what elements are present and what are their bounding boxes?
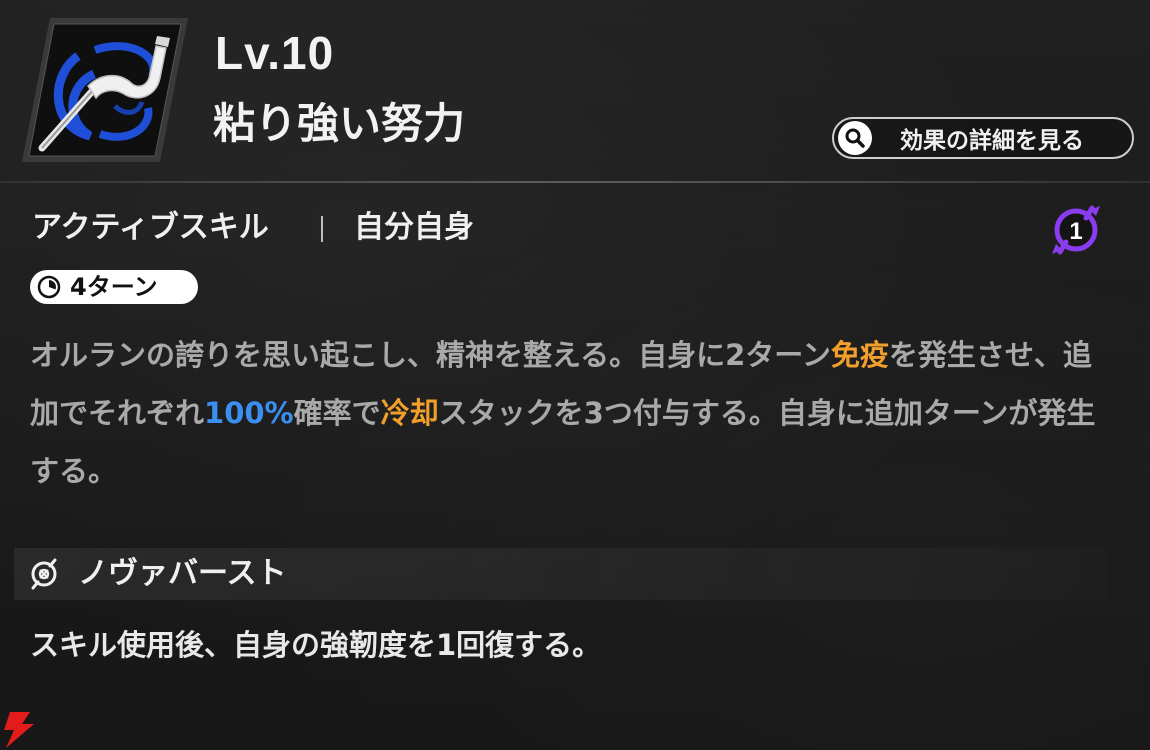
skill-type: アクティブスキル [32,210,269,245]
nova-burst-title: ノヴァバースト [78,556,287,591]
search-icon [838,121,872,155]
skill-target: 自分自身 [354,210,474,245]
cooldown-label: 4ターン [70,273,158,301]
keyword-immunity: 免疫 [830,338,889,372]
chance-percent: 100% [204,396,294,430]
cooldown-badge: 4ターン [30,270,198,304]
skill-level: Lv.10 [215,27,335,79]
view-details-label: 効果の詳細を見る [900,128,1084,154]
keyword-cooling: 冷却 [380,396,439,430]
skill-name: 粘り強い努力 [213,99,466,148]
skill-description: オルランの誇りを思い起こし、精神を整える。自身に2ターン免疫を発生させ、追加でそ… [30,338,1096,488]
nova-burst-icon [31,558,57,590]
cost-value: 1 [1069,218,1082,245]
skill-icon [22,18,188,162]
header-divider [0,181,1150,183]
clock-icon [37,275,61,299]
lightning-icon [4,712,34,748]
type-separator [321,216,323,242]
cost-badge: 1 [1052,205,1100,255]
nova-burst-description: スキル使用後、自身の強靭度を1回復する。 [30,628,602,662]
view-details-button[interactable]: 効果の詳細を見る [832,117,1134,159]
